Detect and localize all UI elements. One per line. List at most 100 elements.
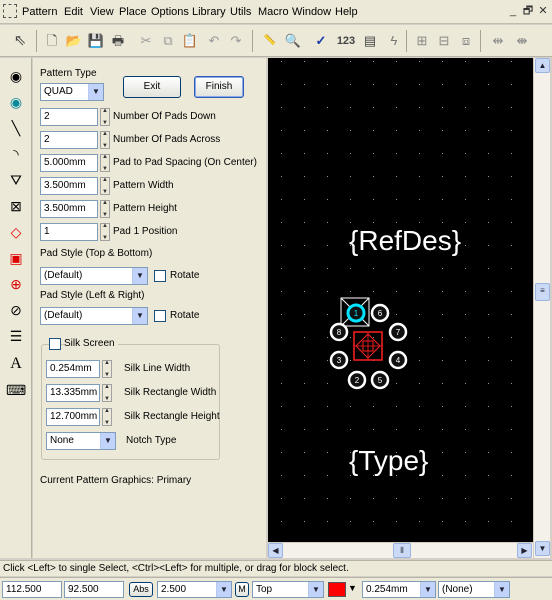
metric-toggle[interactable]: M [235,582,249,597]
pad-style-lr-select[interactable]: (Default) ▼ [40,307,148,325]
chevron-down-icon[interactable]: ▼ [132,268,147,284]
close-button[interactable]: ✕ [536,4,550,18]
pad-style-tb-select[interactable]: (Default) ▼ [40,267,148,285]
layer-select[interactable]: Top ▼ [252,581,324,598]
exit-button[interactable]: Exit [123,76,181,98]
copy-icon[interactable]: ⧉ [158,31,178,51]
silk-line-width-input[interactable]: 0.254mm [46,360,100,378]
minimize-button[interactable]: _ [506,4,520,18]
menu-macro[interactable]: Macro [258,6,289,18]
place-rectangle-icon[interactable]: ⊠ [6,196,26,216]
place-arc-icon[interactable]: ◝ [6,144,26,164]
chevron-down-icon[interactable]: ▼ [494,582,509,597]
scroll-down-icon[interactable]: ▼ [535,541,550,556]
rotate-tb-checkbox[interactable] [154,270,166,282]
pads-down-spinner[interactable] [100,108,110,126]
chevron-down-icon[interactable]: ▼ [100,433,115,449]
scroll-up-icon[interactable]: ▲ [535,58,550,73]
menu-help[interactable]: Help [335,6,358,18]
place-line-icon[interactable]: ╲ [6,118,26,138]
place-pattern-pad-icon[interactable]: ◉ [6,92,26,112]
grid-select[interactable]: 2.500 ▼ [157,581,232,598]
check-icon[interactable]: ✓ [311,31,331,51]
menu-utils[interactable]: Utils [230,6,251,18]
align-icon[interactable]: ⊞ [412,31,432,51]
line-width-select[interactable]: 0.254mm ▼ [362,581,436,598]
abs-toggle[interactable]: Abs [129,582,153,597]
finish-button[interactable]: Finish [194,76,244,98]
type-text[interactable]: {Type} [349,445,428,476]
place-attribute-icon[interactable]: ☰ [6,326,26,346]
place-pad-icon[interactable]: ◉ [6,66,26,86]
block-icon[interactable]: ⧈ [456,31,476,51]
pads-across-spinner[interactable] [100,131,110,149]
restore-button[interactable]: 🗗 [521,4,535,18]
pattern-height-input[interactable]: 3.500mm [40,200,98,218]
menu-window[interactable]: Window [292,6,331,18]
place-field-icon[interactable]: ⌨ [6,380,26,400]
report-icon[interactable]: ▤ [360,31,380,51]
scroll-right-icon[interactable]: ▶ [517,543,532,558]
vertical-scroll-thumb[interactable]: ≡ [535,283,550,301]
place-keepout-icon[interactable]: ◇ [6,222,26,242]
place-copper-icon[interactable]: ▣ [6,248,26,268]
notch-type-select[interactable]: None ▼ [46,432,116,450]
select-arrow-icon[interactable]: ⇖ [10,31,30,51]
app-icon[interactable] [3,4,17,18]
layer-color-swatch[interactable] [328,582,346,597]
pattern-type-select[interactable]: QUAD ▼ [40,83,104,101]
place-text-icon[interactable]: A [6,354,26,374]
chevron-down-icon[interactable]: ▼ [88,84,103,100]
chevron-down-icon[interactable]: ▼ [308,582,323,597]
pad1-position-input[interactable]: 1 [40,223,98,241]
pads-down-input[interactable]: 2 [40,108,98,126]
horizontal-scroll-thumb[interactable]: ⦀ [393,543,411,558]
pad-spacing-input[interactable]: 5.000mm [40,154,98,172]
distribute-icon[interactable]: ⊟ [434,31,454,51]
pattern-canvas[interactable]: {RefDes} {Type} 1 6 8 7 3 4 2 5 [268,58,533,542]
vertical-scrollbar[interactable]: ▲ ≡ ▼ [533,58,550,558]
silk-rect-height-input[interactable]: 12.700mm [46,408,100,426]
chevron-down-icon[interactable]: ▼ [132,308,147,324]
menu-edit[interactable]: Edit [64,6,83,18]
new-file-icon[interactable]: 🗋 [42,31,62,51]
silk-rect-height-spinner[interactable] [102,408,112,426]
chevron-down-icon[interactable]: ▼ [216,582,231,597]
silk-line-width-spinner[interactable] [102,360,112,378]
paste-icon[interactable]: 📋 [180,31,200,51]
pattern-width-spinner[interactable] [100,177,110,195]
open-folder-icon[interactable]: 📂 [64,31,84,51]
place-polygon-icon[interactable]: ⛛ [6,170,26,190]
place-refpoint-icon[interactable]: ⊕ [6,274,26,294]
zoom-icon[interactable]: 🔍 [283,31,303,51]
menu-options[interactable]: Options [151,6,189,18]
mirror-icon[interactable]: ⇼ [512,31,532,51]
menu-place[interactable]: Place [119,6,147,18]
silk-rect-width-spinner[interactable] [102,384,112,402]
ruler-icon[interactable]: 📏 [260,31,280,51]
rotate-lr-checkbox[interactable] [154,310,166,322]
undo-icon[interactable]: ↶ [204,31,224,51]
menu-pattern[interactable]: Pattern [22,6,57,18]
save-icon[interactable]: 💾 [86,31,106,51]
pad1-position-spinner[interactable] [100,223,110,241]
horizontal-scrollbar[interactable]: ◀ ⦀ ▶ [268,542,533,558]
silk-screen-checkbox[interactable] [49,338,61,350]
redo-icon[interactable]: ↷ [226,31,246,51]
chevron-down-icon[interactable]: ▼ [420,582,435,597]
color-picker-arrow-icon[interactable]: ▼ [348,583,357,593]
pattern-width-input[interactable]: 3.500mm [40,177,98,195]
refdes-text[interactable]: {RefDes} [349,225,461,256]
pads-across-input[interactable]: 2 [40,131,98,149]
flip-icon[interactable]: ⇹ [488,31,508,51]
style-select[interactable]: (None) ▼ [438,581,510,598]
lightning-icon[interactable]: ϟ [384,31,404,51]
scroll-left-icon[interactable]: ◀ [268,543,283,558]
silk-rect-width-input[interactable]: 13.335mm [46,384,100,402]
menu-view[interactable]: View [90,6,114,18]
menu-library[interactable]: Library [192,6,226,18]
pad-spacing-spinner[interactable] [100,154,110,172]
pattern-height-spinner[interactable] [100,200,110,218]
cut-icon[interactable]: ✂ [136,31,156,51]
place-no-icon[interactable]: ⊘ [6,300,26,320]
